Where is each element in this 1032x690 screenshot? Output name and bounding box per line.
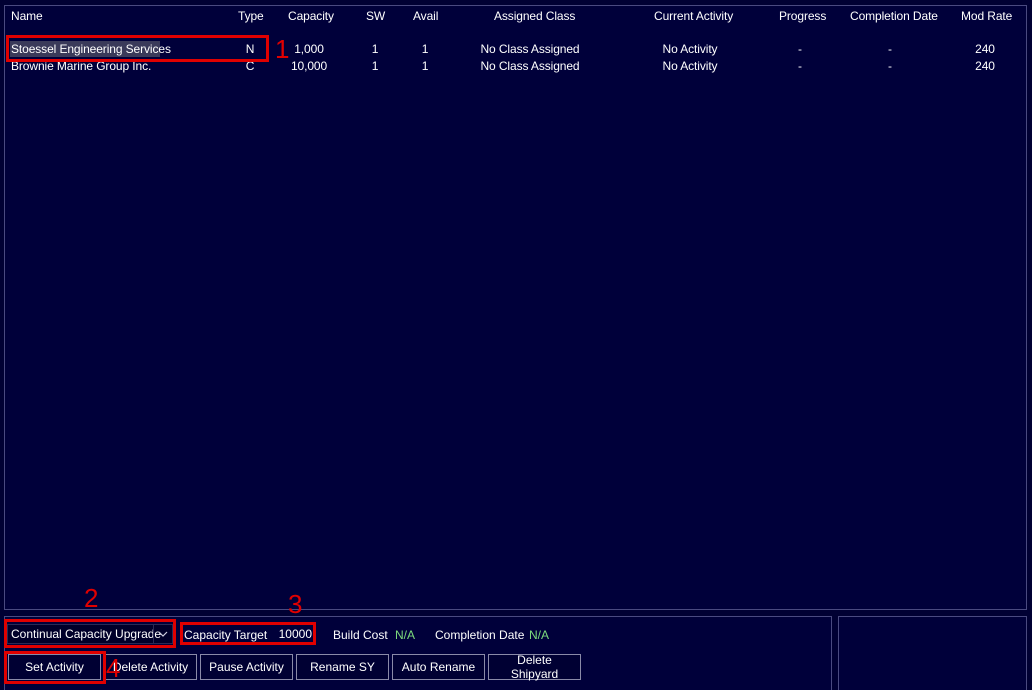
row-avail: 1 [421,42,429,56]
row-mod-rate: 240 [975,42,995,56]
pause-activity-button[interactable]: Pause Activity [200,654,293,680]
header-mod-rate[interactable]: Mod Rate [961,9,1012,23]
row-sw: 1 [371,59,379,73]
build-cost-value: N/A [395,628,416,642]
build-cost-label: Build Cost [333,628,388,642]
row-name: Stoessel Engineering Services [11,42,171,56]
row-sw: 1 [371,42,379,56]
row-avail: 1 [421,59,429,73]
activity-select-value: Continual Capacity Upgrade [11,627,162,641]
row-mod-rate: 240 [975,59,995,73]
shipyard-window: Name Type Capacity SW Avail Assigned Cla… [0,0,1032,690]
row-completion-date: - [888,42,892,56]
chevron-down-icon[interactable] [153,625,172,643]
row-progress: - [798,59,802,73]
header-sw[interactable]: SW [366,9,385,23]
shipyard-list: Name Type Capacity SW Avail Assigned Cla… [4,5,1027,610]
completion-date-value: N/A [529,628,550,642]
row-capacity: 1,000 [294,42,324,56]
row-type: N [245,42,255,56]
row-current-activity: No Activity [662,42,718,56]
capacity-target-label: Capacity Target [184,628,268,642]
header-completion-date[interactable]: Completion Date [850,9,938,23]
activity-select[interactable]: Continual Capacity Upgrade [7,624,173,644]
row-assigned-class: No Class Assigned [480,42,580,56]
row-name: Brownie Marine Group Inc. [11,59,152,73]
delete-shipyard-button[interactable]: Delete Shipyard [488,653,581,681]
header-name[interactable]: Name [11,9,43,23]
row-capacity: 10,000 [290,59,328,73]
row-type: C [245,59,255,73]
side-info-panel [838,616,1027,690]
row-assigned-class: No Class Assigned [480,59,580,73]
header-type[interactable]: Type [238,9,264,23]
header-current-activity[interactable]: Current Activity [654,9,733,23]
row-progress: - [798,42,802,56]
set-activity-button[interactable]: Set Activity [8,654,101,680]
rename-sy-button[interactable]: Rename SY [296,654,389,680]
header-assigned-class[interactable]: Assigned Class [494,9,575,23]
completion-date-label: Completion Date [435,628,525,642]
header-progress[interactable]: Progress [779,9,826,23]
auto-rename-button[interactable]: Auto Rename [392,654,485,680]
capacity-target-input[interactable] [262,627,312,641]
header-avail[interactable]: Avail [413,9,438,23]
header-capacity[interactable]: Capacity [288,9,334,23]
row-current-activity: No Activity [662,59,718,73]
row-completion-date: - [888,59,892,73]
delete-activity-button[interactable]: Delete Activity [104,654,197,680]
